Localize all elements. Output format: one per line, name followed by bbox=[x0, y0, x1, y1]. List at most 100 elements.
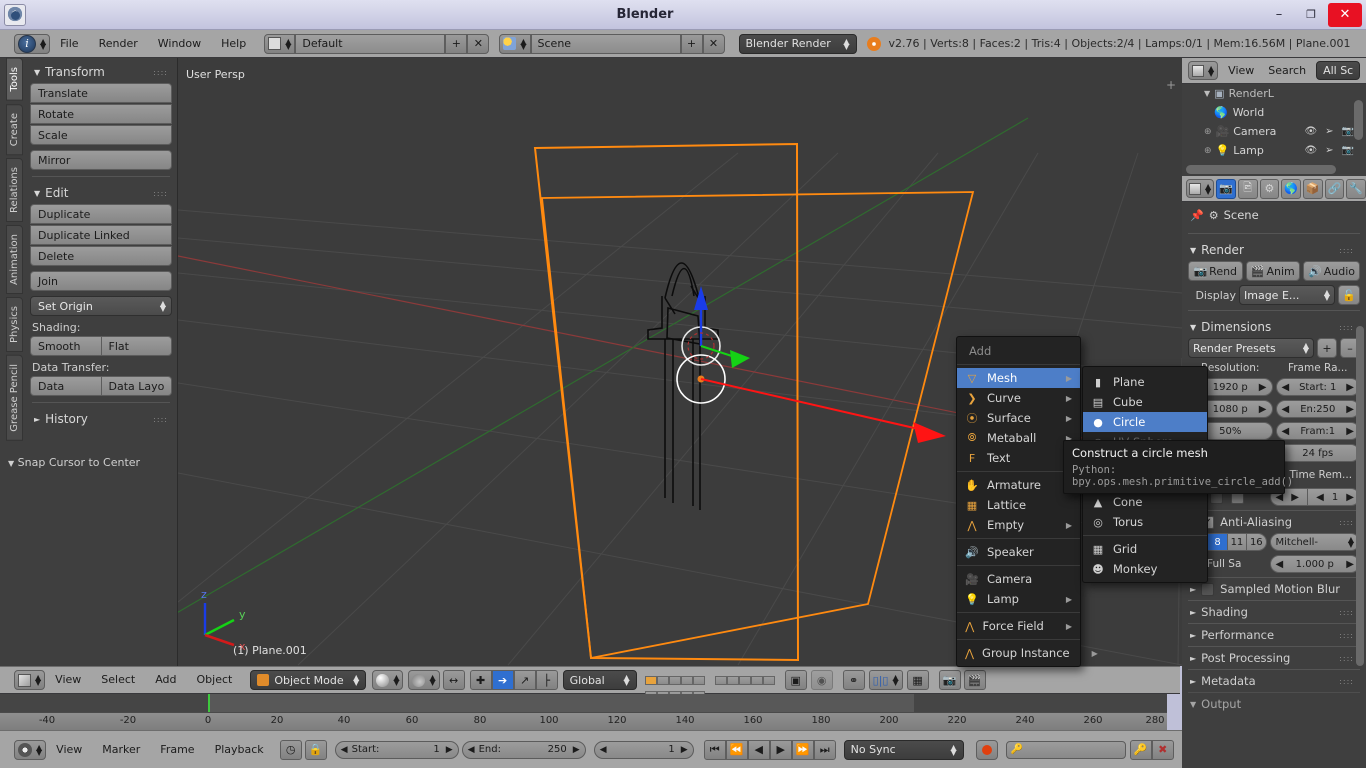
scene-name[interactable]: Scene bbox=[530, 33, 681, 54]
data-layout-transfer-button[interactable]: Data Layo bbox=[101, 376, 172, 396]
rotate-manipulator-icon[interactable]: ➔ bbox=[491, 670, 514, 690]
add-menu[interactable]: Add bbox=[145, 670, 186, 690]
prev-keyframe-icon[interactable]: ⏪ bbox=[725, 739, 748, 760]
eye-icon[interactable]: 👁 bbox=[1304, 145, 1317, 156]
tab-animation[interactable]: Animation bbox=[6, 224, 23, 294]
editor-type-selector[interactable]: i ▲ ▼ bbox=[14, 33, 51, 54]
outliner-row-camera[interactable]: ⊕ 🎥 Camera 👁 ➢ 📷 bbox=[1182, 122, 1366, 141]
add-scene-button[interactable]: + bbox=[680, 33, 703, 54]
render-animation-button[interactable]: 🎬 Anim bbox=[1245, 261, 1301, 281]
tab-create[interactable]: Create bbox=[6, 103, 23, 155]
render-engine-selector[interactable]: Blender Render ▲ ▼ bbox=[738, 33, 857, 54]
shade-smooth-button[interactable]: Smooth bbox=[30, 336, 102, 356]
tab-grease-pencil[interactable]: Grease Pencil bbox=[6, 354, 23, 441]
proportional-edit-icon[interactable]: ◉ bbox=[810, 670, 833, 690]
expand-plus-icon[interactable]: ⊕ bbox=[1204, 127, 1212, 137]
timeline-view-menu[interactable]: View bbox=[46, 740, 92, 760]
editor-type-selector-3dview[interactable]: ▲ ▼ bbox=[14, 670, 46, 690]
panel-header-transform[interactable]: ▼ Transform :::: bbox=[30, 62, 172, 83]
jump-end-icon[interactable]: ⏭ bbox=[813, 739, 836, 760]
add-menu-item-text[interactable]: F Text bbox=[957, 448, 1080, 468]
view-menu[interactable]: View bbox=[45, 670, 91, 690]
aa-sample-16[interactable]: 16 bbox=[1246, 533, 1267, 551]
world-tab-icon[interactable]: 🌎 bbox=[1281, 178, 1301, 199]
keying-set-field[interactable]: 🔑 bbox=[1005, 740, 1126, 759]
properties-vertical-scrollbar[interactable] bbox=[1356, 326, 1364, 666]
panel-header-antialiasing[interactable]: ▼ ✓ Anti-Aliasing :::: bbox=[1188, 510, 1360, 533]
panel-header-metadata[interactable]: ► Metadata :::: bbox=[1188, 669, 1360, 692]
mesh-item-monkey[interactable]: ☻ Monkey bbox=[1083, 559, 1207, 579]
outliner-display-mode[interactable]: All Sc bbox=[1316, 61, 1361, 80]
outliner-search-menu[interactable]: Search bbox=[1264, 61, 1310, 81]
outliner-row-renderlayers[interactable]: ▼ ▣ RenderL bbox=[1182, 84, 1366, 103]
render-presets-selector[interactable]: Render Presets ▲ ▼ bbox=[1188, 338, 1314, 358]
outliner-row-lamp[interactable]: ⊕ 💡 Lamp 👁 ➢ 📷 bbox=[1182, 141, 1366, 160]
add-menu-item-lattice[interactable]: ▦ Lattice bbox=[957, 495, 1080, 515]
snap-cursor-to-center-row[interactable]: ▼ Snap Cursor to Center bbox=[8, 456, 140, 469]
display-mode-selector[interactable]: Image E... ▲ ▼ bbox=[1239, 285, 1335, 305]
frame-end-field[interactable]: ◀ En:250 ▶ bbox=[1275, 400, 1360, 418]
jump-start-icon[interactable]: ⏮ bbox=[703, 739, 726, 760]
delete-screen-layout-button[interactable]: ✕ bbox=[467, 33, 490, 54]
play-icon[interactable]: ▶ bbox=[769, 739, 792, 760]
add-menu-item-lamp[interactable]: 💡 Lamp ▶ bbox=[957, 589, 1080, 609]
timeline-playhead[interactable] bbox=[208, 694, 210, 712]
add-menu-item-armature[interactable]: ✋ Armature ▶ bbox=[957, 475, 1080, 495]
set-origin-dropdown[interactable]: Set Origin ▲ ▼ bbox=[30, 296, 172, 316]
editor-type-selector-timeline[interactable]: ▲ ▼ bbox=[14, 739, 47, 760]
delete-keyframe-icon[interactable]: ✖ bbox=[1151, 739, 1174, 760]
mesh-item-circle[interactable]: ● Circle bbox=[1083, 412, 1207, 432]
add-menu-item-metaball[interactable]: ⦾ Metaball ▶ bbox=[957, 428, 1080, 448]
minimize-button[interactable]: – bbox=[1264, 3, 1294, 27]
frame-start-field[interactable]: ◀ Start: 1 ▶ bbox=[334, 740, 459, 759]
frame-start-field[interactable]: ◀ Start: 1 ▶ bbox=[1275, 378, 1360, 396]
menu-file[interactable]: File bbox=[50, 34, 88, 54]
scale-manipulator-icon[interactable]: ↗ bbox=[513, 670, 536, 690]
panel-header-edit[interactable]: ▼ Edit :::: bbox=[30, 183, 172, 204]
render-layers-tab-icon[interactable]: 🖻 bbox=[1237, 178, 1258, 199]
outliner-vertical-scrollbar[interactable] bbox=[1354, 100, 1363, 140]
outliner-row-world[interactable]: 🌎 World bbox=[1182, 103, 1366, 122]
current-frame-field[interactable]: ◀ 1 ▶ bbox=[593, 740, 694, 759]
scene-layers-widget[interactable] bbox=[644, 675, 705, 685]
constraints-tab-icon[interactable]: 🔗 bbox=[1324, 178, 1345, 199]
mesh-item-cone[interactable]: ▲ Cone bbox=[1083, 492, 1207, 512]
viewport-shading-selector[interactable]: ▲ ▼ bbox=[372, 670, 404, 690]
object-menu[interactable]: Object bbox=[187, 670, 243, 690]
next-keyframe-icon[interactable]: ⏩ bbox=[791, 739, 814, 760]
timeline-ruler[interactable]: -40 -20 0 20 40 60 80 100 120 140 160 18… bbox=[0, 712, 1167, 730]
data-transfer-button[interactable]: Data bbox=[30, 376, 102, 396]
outliner-view-menu[interactable]: View bbox=[1224, 61, 1258, 81]
render-image-icon[interactable]: 📷 bbox=[938, 670, 961, 690]
play-reverse-icon[interactable]: ◀ bbox=[747, 739, 770, 760]
close-button[interactable]: ✕ bbox=[1328, 2, 1362, 27]
mesh-item-plane[interactable]: ▮ Plane bbox=[1083, 372, 1207, 392]
scale-button[interactable]: Scale bbox=[30, 125, 172, 145]
panel-header-history[interactable]: ► History :::: bbox=[30, 409, 172, 430]
add-menu-item-empty[interactable]: ⋀ Empty ▶ bbox=[957, 515, 1080, 535]
snap-target-icon[interactable]: ▦ bbox=[906, 670, 929, 690]
mesh-item-torus[interactable]: ◎ Torus bbox=[1083, 512, 1207, 532]
panel-header-post-processing[interactable]: ► Post Processing :::: bbox=[1188, 646, 1360, 669]
scene-icon-button[interactable]: ▲ ▼ bbox=[499, 33, 531, 54]
panel-header-performance[interactable]: ► Performance :::: bbox=[1188, 623, 1360, 646]
delete-scene-button[interactable]: ✕ bbox=[702, 33, 725, 54]
mesh-item-grid[interactable]: ▦ Grid bbox=[1083, 539, 1207, 559]
menu-window[interactable]: Window bbox=[148, 34, 211, 54]
add-menu-popup[interactable]: Add ▽ Mesh ▶ ❯ Curve ▶ ⦿ Surface ▶ ⦾ Met… bbox=[956, 336, 1098, 667]
pin-icon[interactable]: 📌 bbox=[1190, 209, 1204, 222]
tab-relations[interactable]: Relations bbox=[6, 157, 23, 222]
aa-filter-selector[interactable]: Mitchell- ▲ ▼ bbox=[1269, 533, 1360, 551]
editor-type-selector-properties[interactable]: ▲ ▼ bbox=[1186, 179, 1215, 198]
manipulator-extra-icon[interactable]: ├ bbox=[535, 670, 558, 690]
shade-flat-button[interactable]: Flat bbox=[101, 336, 172, 356]
filter-size-field[interactable]: ◀ 1.000 p ▶ bbox=[1269, 555, 1360, 573]
mesh-item-cube[interactable]: ▤ Cube bbox=[1083, 392, 1207, 412]
snap-element-selector[interactable]: ▯|▯ ▲ ▼ bbox=[868, 670, 903, 690]
modifiers-tab-icon[interactable]: 🔧 bbox=[1346, 178, 1366, 199]
snap-magnet-icon[interactable]: ⚭ bbox=[842, 670, 865, 690]
translate-button[interactable]: Translate bbox=[30, 83, 172, 103]
display-lock-icon[interactable]: 🔓 bbox=[1338, 285, 1360, 305]
fps-selector[interactable]: 24 fps bbox=[1275, 444, 1360, 462]
transform-orientation-selector[interactable]: Global ▲ ▼ bbox=[562, 670, 637, 690]
